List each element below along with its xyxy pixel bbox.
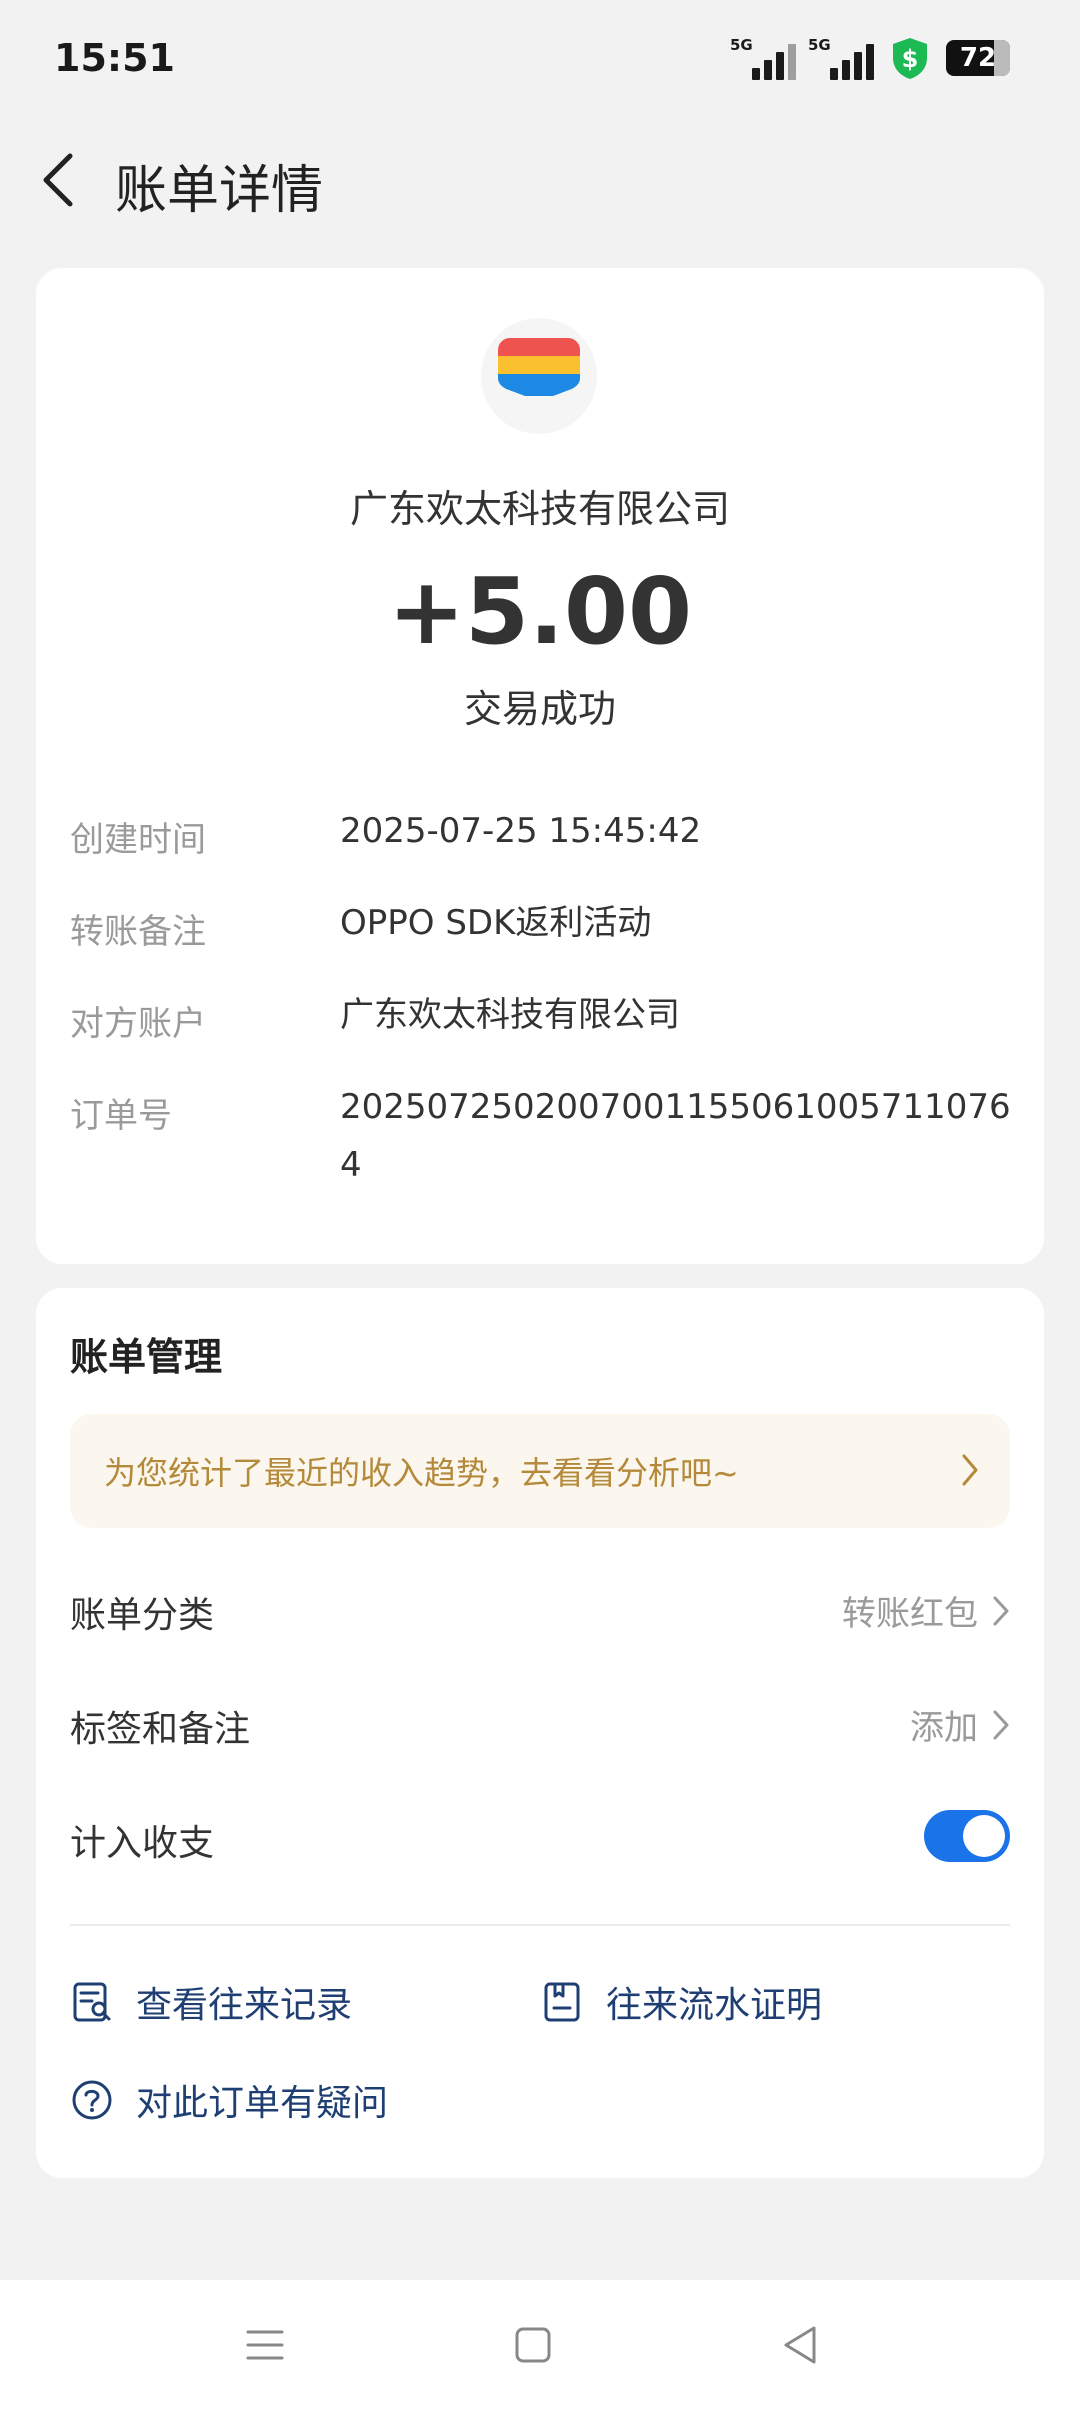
bill-category-row[interactable]: 账单分类 转账红包 (70, 1570, 1010, 1650)
transaction-proof-label: 往来流水证明 (606, 1985, 823, 2026)
tags-notes-value: 添加 (910, 1708, 978, 1748)
transaction-status: 交易成功 (463, 687, 616, 731)
detail-value: 广东欢太科技有限公司 (340, 995, 680, 1035)
wallet-icon (498, 338, 580, 396)
transaction-proof-link[interactable]: 往来流水证明 (540, 1976, 822, 2028)
svg-text:$: $ (902, 45, 919, 73)
order-question-link[interactable]: 对此订单有疑问 (70, 2074, 388, 2126)
tags-notes-label: 标签和备注 (70, 1709, 251, 1750)
merchant-logo (481, 318, 597, 434)
signal-5g-icon: 5G (808, 36, 874, 80)
view-history-label: 查看往来记录 (136, 1985, 353, 2026)
question-circle-icon (72, 2080, 112, 2120)
bill-management-card: 账单管理 为您统计了最近的收入趋势，去看看分析吧~ 账单分类 转账红包 标签和备… (36, 1288, 1044, 2178)
page-title: 账单详情 (115, 161, 324, 221)
order-number-value[interactable]: 20250725020070011550610057110764 (340, 1078, 1020, 1194)
status-icons: 5G 5G $ 72 (730, 36, 1010, 80)
include-in-ledger-row: 计入收支 (70, 1798, 1010, 1878)
include-in-ledger-toggle[interactable] (924, 1810, 1010, 1862)
tags-notes-row[interactable]: 标签和备注 添加 (70, 1684, 1010, 1764)
include-in-ledger-label: 计入收支 (70, 1823, 215, 1864)
detail-label: 对方账户 (70, 1004, 206, 1044)
detail-label: 订单号 (70, 1096, 172, 1136)
view-history-link[interactable]: 查看往来记录 (70, 1976, 352, 2028)
status-bar: 15:51 5G 5G $ 72 (0, 0, 1080, 120)
back-triangle-icon[interactable] (776, 2320, 826, 2370)
transaction-summary-card: 广东欢太科技有限公司 +5.00 交易成功 创建时间 2025-07-25 15… (36, 268, 1044, 1264)
chevron-right-icon (962, 1454, 978, 1486)
status-time: 15:51 (54, 36, 175, 80)
document-proof-icon (544, 1982, 580, 2022)
divider (70, 1924, 1010, 1926)
battery-icon: 72 (946, 40, 1010, 76)
chevron-right-icon (993, 1710, 1009, 1739)
detail-value: OPPO SDK返利活动 (340, 903, 652, 943)
home-icon[interactable] (508, 2320, 558, 2370)
chevron-right-icon (993, 1596, 1009, 1625)
detail-label: 创建时间 (70, 820, 206, 860)
section-title: 账单管理 (70, 1335, 223, 1379)
history-record-icon (73, 1982, 111, 2022)
order-question-label: 对此订单有疑问 (136, 2083, 389, 2124)
bill-category-label: 账单分类 (70, 1595, 215, 1636)
system-nav-bar (0, 2280, 1080, 2412)
signal-5g-icon: 5G (730, 36, 796, 80)
bill-category-value: 转账红包 (842, 1594, 978, 1634)
security-shield-icon: $ (893, 38, 927, 79)
detail-label: 转账备注 (70, 912, 206, 952)
app-header: 账单详情 (0, 130, 1080, 230)
transaction-amount: +5.00 (387, 558, 693, 665)
merchant-name: 广东欢太科技有限公司 (349, 487, 730, 531)
detail-value: 2025-07-25 15:45:42 (340, 811, 702, 851)
income-trend-banner[interactable]: 为您统计了最近的收入趋势，去看看分析吧~ (70, 1414, 1010, 1528)
banner-text: 为您统计了最近的收入趋势，去看看分析吧~ (104, 1454, 739, 1492)
chevron-left-icon[interactable] (34, 150, 84, 210)
menu-icon[interactable] (240, 2320, 290, 2370)
